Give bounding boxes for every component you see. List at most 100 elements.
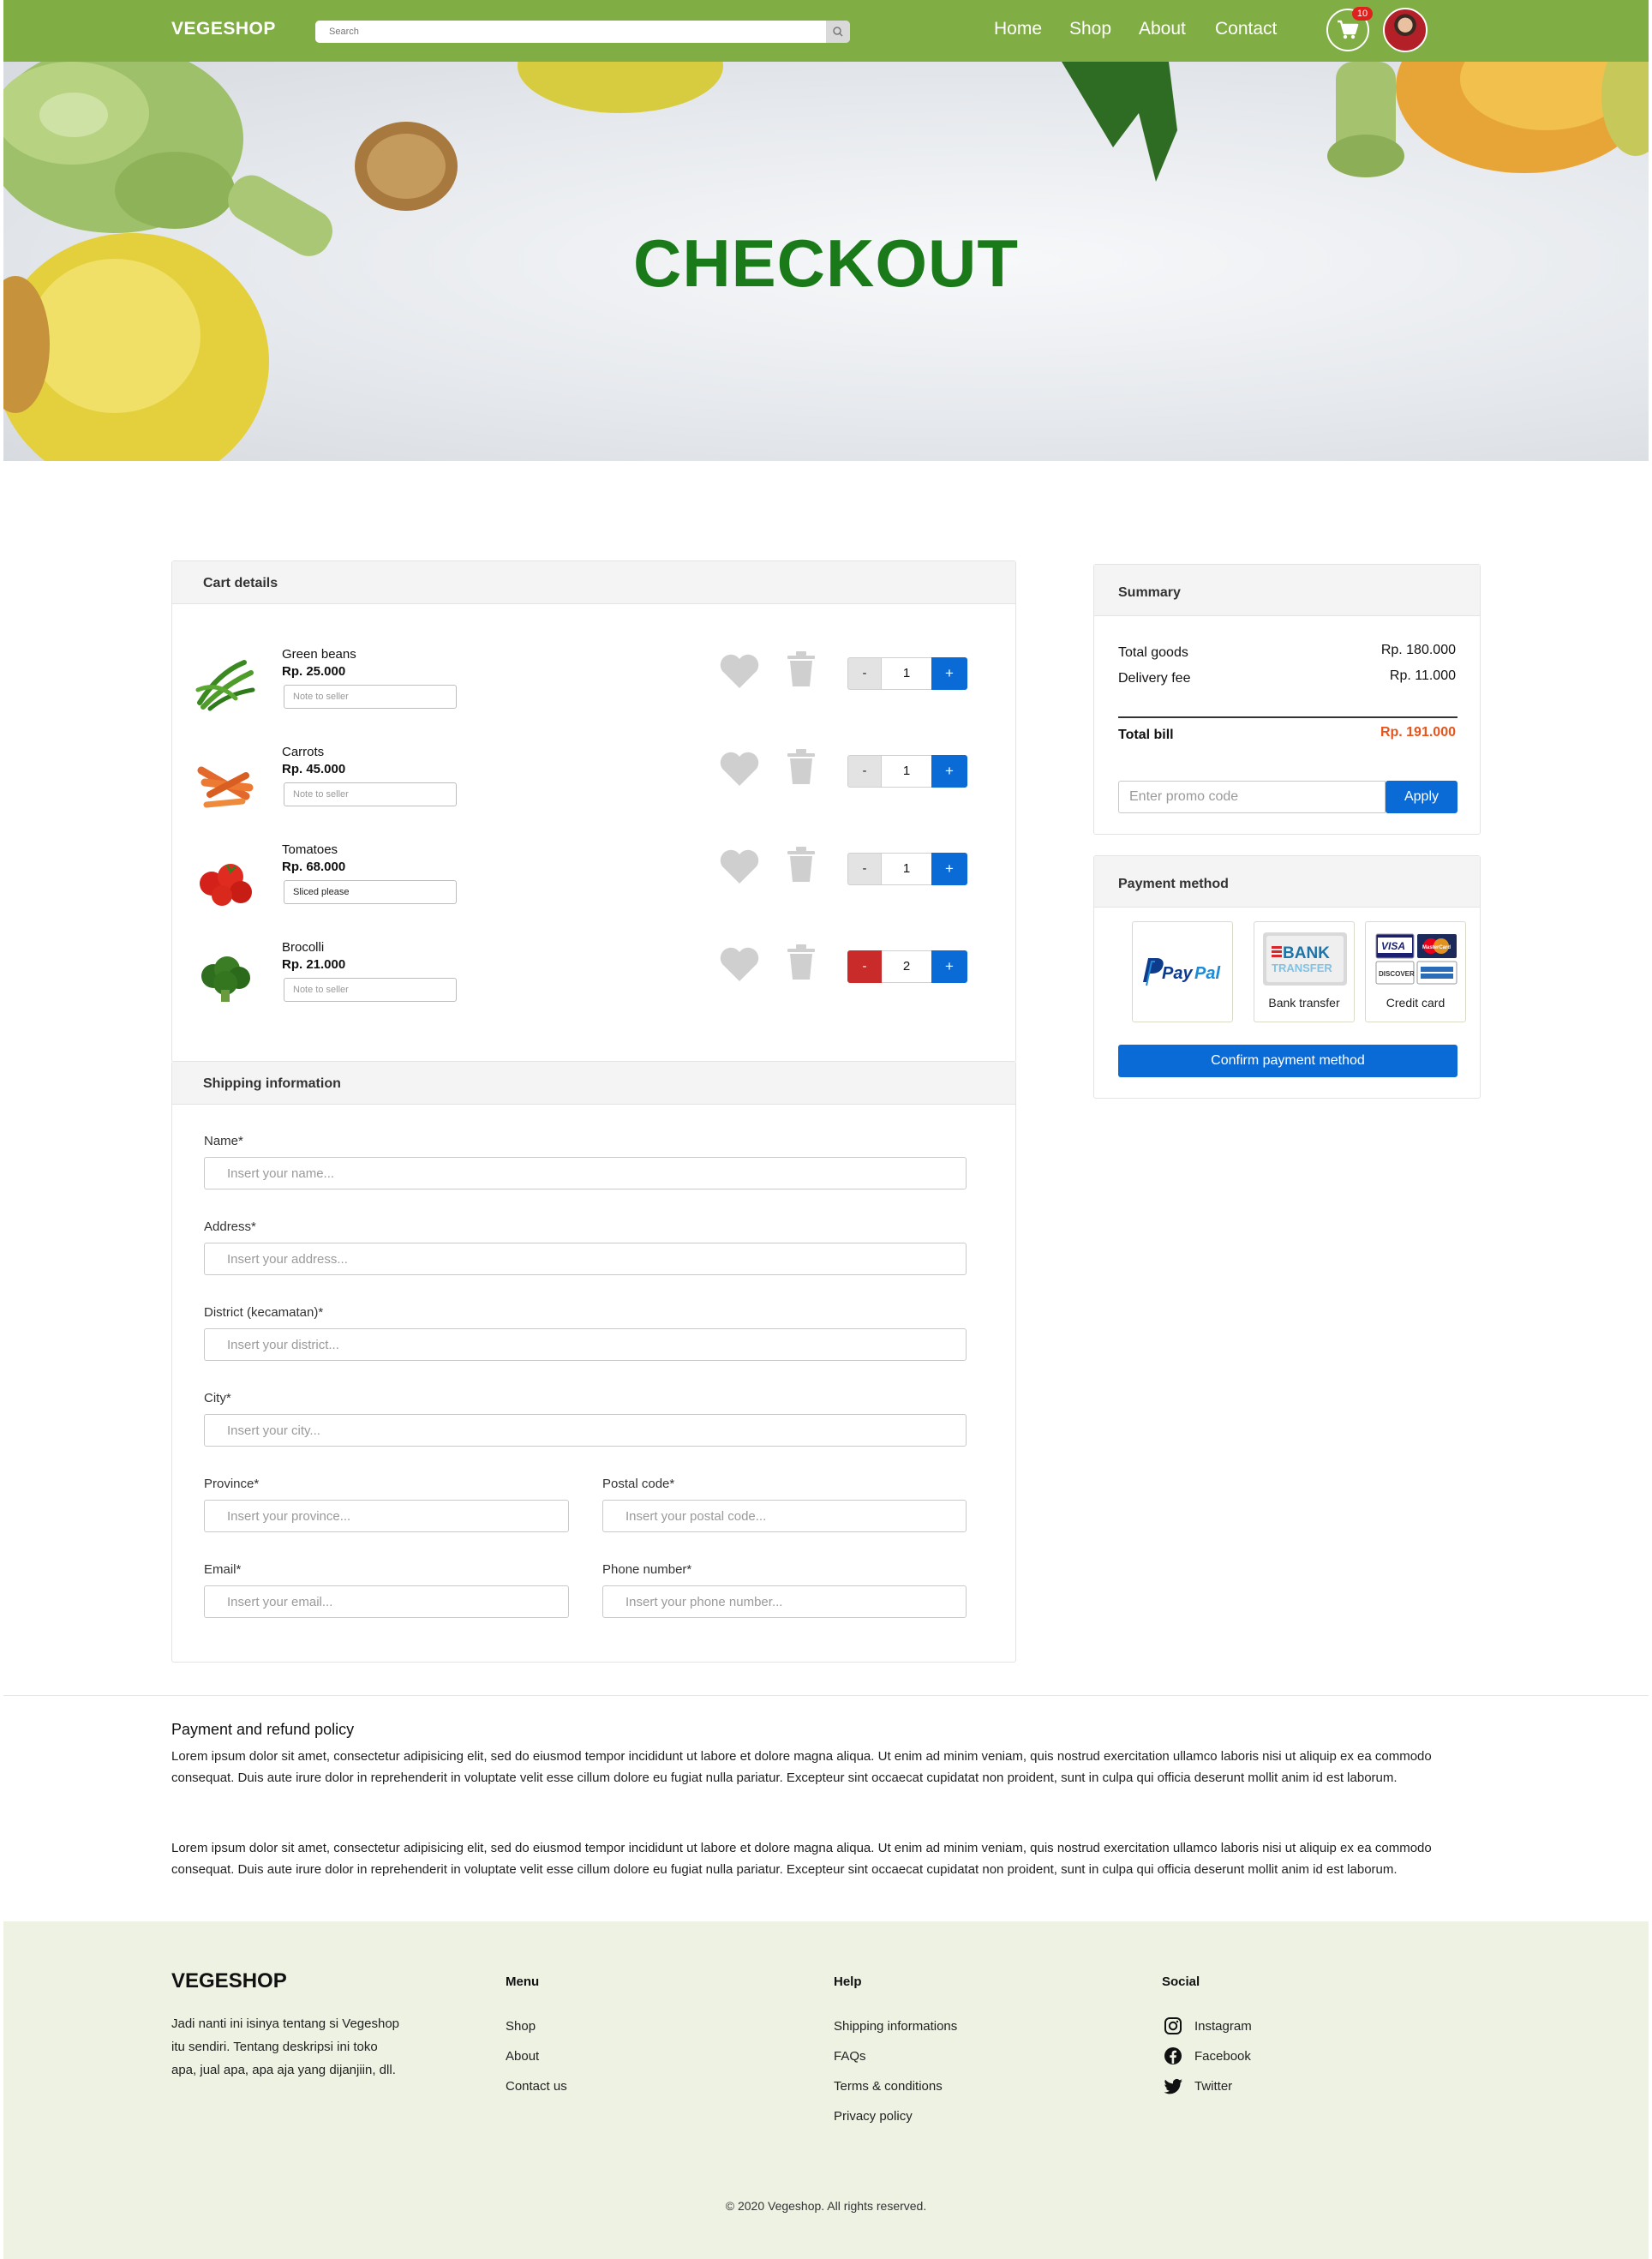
- quantity-increase-button[interactable]: +: [931, 755, 967, 788]
- city-input[interactable]: [204, 1414, 967, 1447]
- quantity-input[interactable]: 1: [882, 657, 931, 690]
- province-input[interactable]: [204, 1500, 569, 1532]
- wishlist-heart-icon[interactable]: [719, 945, 760, 983]
- quantity-decrease-button[interactable]: -: [847, 950, 882, 983]
- nav-home[interactable]: Home: [994, 19, 1042, 39]
- note-to-seller-input[interactable]: [284, 880, 457, 904]
- quantity-input[interactable]: 1: [882, 853, 931, 885]
- delete-trash-icon[interactable]: [786, 650, 817, 688]
- hero-banner: CHECKOUT: [3, 62, 1649, 461]
- carrots-image: [197, 766, 254, 808]
- footer-link-shop[interactable]: Shop: [506, 2019, 536, 2034]
- search-button[interactable]: [826, 21, 850, 43]
- summary-divider: [1118, 716, 1457, 718]
- name-label: Name*: [204, 1134, 243, 1148]
- footer-link-faqs[interactable]: FAQs: [834, 2049, 866, 2064]
- nav-contact[interactable]: Contact: [1215, 19, 1277, 39]
- svg-text:TRANSFER: TRANSFER: [1272, 962, 1332, 974]
- email-label: Email*: [204, 1562, 242, 1577]
- brand-logo[interactable]: VEGESHOP: [171, 19, 276, 39]
- cart-item-row: Tomatoes Rp. 68.000 - 1 +: [172, 841, 1017, 926]
- footer-help-title: Help: [834, 1974, 862, 1989]
- quantity-increase-button[interactable]: +: [931, 950, 967, 983]
- svg-text:BANK: BANK: [1283, 944, 1330, 962]
- total-bill-label: Total bill: [1118, 728, 1174, 742]
- footer-link-shipping-informations[interactable]: Shipping informations: [834, 2019, 957, 2034]
- district-input[interactable]: [204, 1328, 967, 1361]
- green-beans-image: [195, 660, 255, 711]
- cart-item-row: Carrots Rp. 45.000 - 1 +: [172, 743, 1017, 829]
- quantity-decrease-button[interactable]: -: [847, 755, 882, 788]
- city-label: City*: [204, 1391, 231, 1405]
- wishlist-heart-icon[interactable]: [719, 750, 760, 788]
- item-name: Brocolli: [282, 940, 325, 955]
- nav-shop[interactable]: Shop: [1069, 19, 1111, 39]
- tomatoes-image: [200, 864, 252, 906]
- quantity-increase-button[interactable]: +: [931, 853, 967, 885]
- summary-header: Summary: [1094, 565, 1480, 616]
- delivery-fee-value: Rp. 11.000: [1389, 668, 1456, 683]
- twitter-label: Twitter: [1194, 2079, 1233, 2094]
- quantity-input[interactable]: 2: [882, 950, 931, 983]
- confirm-payment-method-button[interactable]: Confirm payment method: [1118, 1045, 1457, 1077]
- postal-code-input[interactable]: [602, 1500, 967, 1532]
- summary-card: Summary Total goods Rp. 180.000 Delivery…: [1093, 564, 1481, 835]
- delete-trash-icon[interactable]: [786, 846, 817, 884]
- item-name: Carrots: [282, 745, 325, 759]
- cart-count-badge: 10: [1352, 7, 1373, 21]
- delete-trash-icon[interactable]: [786, 944, 817, 981]
- svg-text:DISCOVER: DISCOVER: [1379, 970, 1415, 978]
- delete-trash-icon[interactable]: [786, 748, 817, 786]
- user-avatar[interactable]: [1383, 8, 1428, 52]
- cart-details-card: Cart details Green beans Rp. 25.000 - 1 …: [171, 560, 1016, 1063]
- quantity-decrease-button[interactable]: -: [847, 657, 882, 690]
- footer-description: Jadi nanti ini isinya tentang si Vegesho…: [171, 2016, 400, 2077]
- quantity-input[interactable]: 1: [882, 755, 931, 788]
- twitter-icon: [1164, 2079, 1182, 2094]
- total-goods-value: Rp. 180.000: [1380, 643, 1456, 657]
- cart-item-row: Brocolli Rp. 21.000 - 2 +: [172, 938, 1017, 1024]
- top-navbar: VEGESHOP Home Shop About Contact 10: [3, 0, 1649, 62]
- item-price: Rp. 21.000: [282, 957, 346, 972]
- quantity-increase-button[interactable]: +: [931, 657, 967, 690]
- instagram-icon: [1164, 2017, 1182, 2034]
- address-label: Address*: [204, 1219, 256, 1234]
- policy-paragraph: Lorem ipsum dolor sit amet, consectetur …: [171, 1841, 1432, 1877]
- address-input[interactable]: [204, 1243, 967, 1275]
- footer-link-terms[interactable]: Terms & conditions: [834, 2079, 943, 2094]
- note-to-seller-input[interactable]: [284, 978, 457, 1002]
- instagram-label: Instagram: [1194, 2019, 1252, 2034]
- footer-link-privacy-policy[interactable]: Privacy policy: [834, 2109, 913, 2124]
- item-name: Green beans: [282, 647, 356, 662]
- wishlist-heart-icon[interactable]: [719, 652, 760, 690]
- payment-option-credit-card[interactable]: VISA MasterCard DISCOVER Credit card: [1365, 921, 1466, 1022]
- phone-number-input[interactable]: [602, 1585, 967, 1618]
- promo-code-input[interactable]: [1118, 781, 1386, 813]
- wishlist-heart-icon[interactable]: [719, 848, 760, 885]
- phone-number-label: Phone number*: [602, 1562, 692, 1577]
- shipping-header: Shipping information: [172, 1062, 1015, 1105]
- payment-option-bank-transfer[interactable]: BANK TRANSFER Bank transfer: [1254, 921, 1355, 1022]
- search-input[interactable]: [315, 21, 826, 43]
- payment-option-paypal[interactable]: Pay Pal: [1132, 921, 1233, 1022]
- paypal-logo-icon: Pay Pal: [1143, 958, 1220, 986]
- policy-title: Payment and refund policy: [171, 1721, 355, 1738]
- email-input[interactable]: [204, 1585, 569, 1618]
- footer-brand[interactable]: VEGESHOP: [171, 1969, 287, 1993]
- svg-text:MasterCard: MasterCard: [1422, 945, 1451, 950]
- item-name: Tomatoes: [282, 842, 338, 857]
- nav-about[interactable]: About: [1139, 19, 1186, 39]
- apply-promo-button[interactable]: Apply: [1386, 781, 1457, 813]
- note-to-seller-input[interactable]: [284, 685, 457, 709]
- footer-link-about[interactable]: About: [506, 2049, 539, 2064]
- note-to-seller-input[interactable]: [284, 782, 457, 806]
- item-price: Rp. 68.000: [282, 860, 346, 874]
- quantity-decrease-button[interactable]: -: [847, 853, 882, 885]
- item-price: Rp. 45.000: [282, 762, 346, 776]
- facebook-icon: [1164, 2047, 1182, 2064]
- bank-transfer-caption: Bank transfer: [1268, 996, 1340, 1010]
- name-input[interactable]: [204, 1157, 967, 1189]
- footer-link-contact-us[interactable]: Contact us: [506, 2079, 567, 2094]
- search-bar: [315, 21, 850, 43]
- footer-social-title: Social: [1162, 1974, 1200, 1989]
